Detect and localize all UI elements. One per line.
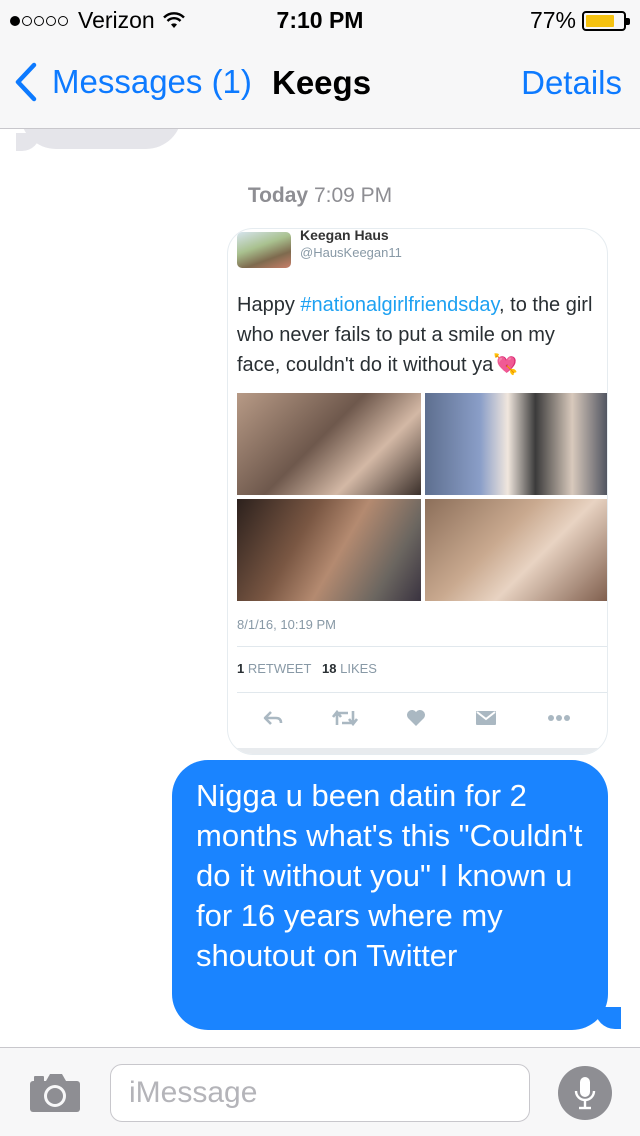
tweet-action-bar	[258, 703, 598, 733]
message-input[interactable]	[110, 1064, 530, 1122]
navigation-bar: Messages (1) Keegs Details	[0, 40, 640, 129]
tweet-stats: 1 RETWEET 18 LIKES	[237, 661, 377, 676]
microphone-icon	[574, 1077, 596, 1110]
avatar	[237, 232, 291, 268]
message-timestamp: Today 7:09 PM	[0, 184, 640, 208]
tweet-photo	[425, 393, 607, 495]
tweet-author-handle: @HausKeegan11	[300, 245, 402, 260]
divider	[228, 748, 607, 754]
back-button[interactable]: Messages (1)	[14, 62, 252, 102]
chevron-left-icon	[15, 62, 37, 102]
divider	[237, 646, 607, 647]
likes-label: LIKES	[340, 661, 377, 676]
bubble-tail	[595, 1007, 621, 1029]
conversation-title: Keegs	[272, 64, 372, 101]
battery-icon	[582, 10, 630, 31]
back-button-label: Messages (1)	[52, 63, 252, 100]
reply-icon	[258, 703, 288, 733]
hashtag: #nationalgirlfriendsday	[300, 294, 500, 316]
more-icon	[544, 703, 574, 733]
battery-percent: 77%	[529, 7, 576, 33]
tweet-photo	[237, 393, 421, 495]
tweet-author-name: Keegan Haus	[300, 228, 389, 243]
message-icon	[471, 703, 501, 733]
sent-message-text: Nigga u been datin for 2 months what's t…	[196, 778, 583, 973]
heart-icon	[401, 703, 431, 733]
tweet-screenshot-image[interactable]: Keegan Haus @HausKeegan11 Happy #nationa…	[227, 228, 608, 755]
retweet-label: RETWEET	[247, 661, 312, 676]
tweet-photo-grid	[237, 393, 607, 601]
battery-level	[586, 14, 614, 27]
sent-message-bubble[interactable]: Nigga u been datin for 2 months what's t…	[172, 760, 608, 1030]
timestamp-time: 7:09 PM	[313, 184, 393, 207]
status-right: 77%	[529, 7, 630, 34]
likes-count: 18	[322, 661, 337, 676]
tweet-date: 8/1/16, 10:19 PM	[237, 617, 337, 632]
tweet-text: Happy #nationalgirlfriendsday, to the gi…	[237, 294, 593, 376]
retweet-icon	[330, 703, 360, 733]
microphone-button[interactable]	[558, 1066, 612, 1120]
message-list[interactable]: Today 7:09 PM Keegan Haus @HausKeegan11 …	[0, 129, 640, 1047]
status-bar: Verizon 7:10 PM 77%	[0, 0, 640, 40]
tweet-photo	[237, 499, 421, 601]
timestamp-day: Today	[247, 184, 309, 207]
message-input-bar	[0, 1047, 640, 1136]
details-button[interactable]: Details	[521, 64, 622, 102]
camera-icon[interactable]	[28, 1072, 82, 1114]
retweet-count: 1	[237, 661, 245, 676]
tweet-photo	[425, 499, 607, 601]
divider	[237, 692, 607, 693]
received-message-bubble[interactable]	[20, 129, 182, 149]
bubble-tail	[16, 133, 40, 151]
